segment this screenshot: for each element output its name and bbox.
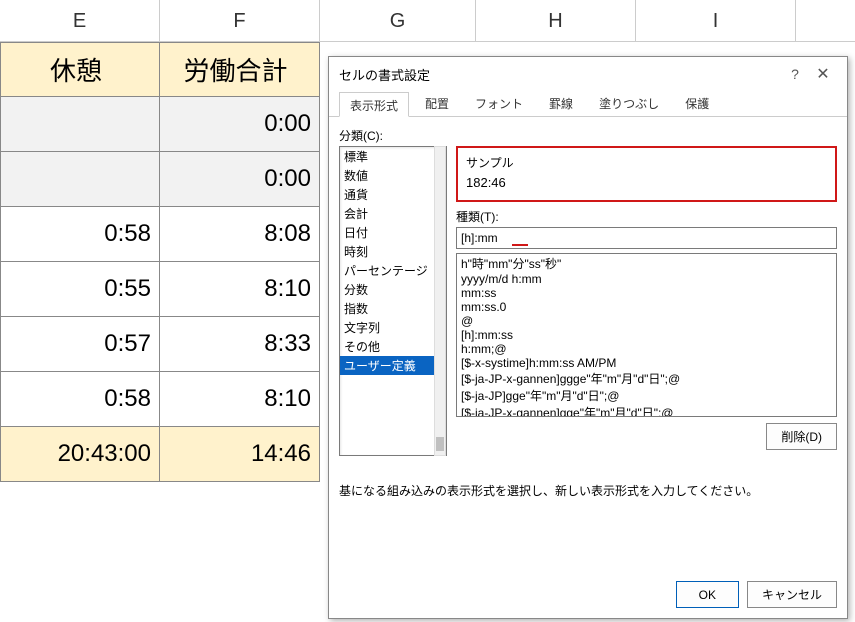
tab-fill[interactable]: 塗りつぶし [589, 91, 669, 116]
category-item[interactable]: 指数 [340, 299, 446, 318]
category-item[interactable]: その他 [340, 337, 446, 356]
category-item[interactable]: パーセンテージ [340, 261, 446, 280]
sample-value: 182:46 [466, 175, 827, 190]
cell[interactable]: 0:00 [160, 97, 320, 152]
category-item[interactable]: 標準 [340, 147, 446, 166]
dialog-title: セルの書式設定 [339, 65, 430, 84]
column-headers: E F G H I [0, 0, 855, 42]
hint-text: 基になる組み込みの表示形式を選択し、新しい表示形式を入力してください。 [339, 482, 837, 499]
type-item[interactable]: [h]:mm:ss [459, 328, 834, 342]
category-label: 分類(C): [339, 127, 837, 144]
type-item[interactable]: h"時"mm"分"ss"秒" [459, 255, 834, 272]
format-cells-dialog: セルの書式設定 ? ✕ 表示形式 配置 フォント 罫線 塗りつぶし 保護 分類(… [328, 56, 848, 619]
cell[interactable]: 8:10 [160, 262, 320, 317]
cell[interactable]: 8:10 [160, 372, 320, 427]
cell[interactable]: 0:58 [0, 372, 160, 427]
tab-alignment[interactable]: 配置 [415, 91, 459, 116]
tab-border[interactable]: 罫線 [539, 91, 583, 116]
type-item[interactable]: mm:ss.0 [459, 300, 834, 314]
category-item[interactable]: 時刻 [340, 242, 446, 261]
tab-number-format[interactable]: 表示形式 [339, 92, 409, 117]
cell[interactable]: 0:57 [0, 317, 160, 372]
type-item[interactable]: [$-ja-JP-x-gannen]gge"年"m"月"d"日";@ [459, 404, 834, 417]
total-cell[interactable]: 14:46 [160, 427, 320, 482]
cell[interactable] [0, 152, 160, 207]
cell[interactable] [0, 97, 160, 152]
category-item[interactable]: 通貨 [340, 185, 446, 204]
col-header-G[interactable]: G [320, 0, 476, 41]
type-item[interactable]: [$-ja-JP-x-gannen]ggge"年"m"月"d"日";@ [459, 370, 834, 387]
type-list[interactable]: h"時"mm"分"ss"秒" yyyy/m/d h:mm mm:ss mm:ss… [456, 253, 837, 417]
type-item[interactable]: mm:ss [459, 286, 834, 300]
total-cell[interactable]: 20:43:00 [0, 427, 160, 482]
type-item[interactable]: yyyy/m/d h:mm [459, 272, 834, 286]
col-header-I[interactable]: I [636, 0, 796, 41]
cell[interactable]: 8:33 [160, 317, 320, 372]
sample-box: サンプル 182:46 [456, 146, 837, 202]
sample-label: サンプル [466, 154, 827, 171]
col-header-E[interactable]: E [0, 0, 160, 41]
type-item[interactable]: @ [459, 314, 834, 328]
dialog-tabs: 表示形式 配置 フォント 罫線 塗りつぶし 保護 [329, 91, 847, 117]
scrollbar[interactable] [434, 146, 446, 456]
category-item-selected[interactable]: ユーザー定義 [340, 356, 446, 375]
category-item[interactable]: 文字列 [340, 318, 446, 337]
col-header-H[interactable]: H [476, 0, 636, 41]
category-list[interactable]: 標準 数値 通貨 会計 日付 時刻 パーセンテージ 分数 指数 文字列 その他 … [339, 146, 447, 456]
category-item[interactable]: 日付 [340, 223, 446, 242]
cell[interactable]: 0:55 [0, 262, 160, 317]
close-icon[interactable]: ✕ [809, 63, 837, 85]
help-icon[interactable]: ? [781, 63, 809, 85]
type-item[interactable]: h:mm;@ [459, 342, 834, 356]
type-item[interactable]: [$-x-systime]h:mm:ss AM/PM [459, 356, 834, 370]
input-cursor-mark [512, 244, 528, 246]
cell[interactable]: 0:00 [160, 152, 320, 207]
ok-button[interactable]: OK [676, 581, 739, 608]
tab-font[interactable]: フォント [465, 91, 533, 116]
category-item[interactable]: 数値 [340, 166, 446, 185]
header-cell-worktotal[interactable]: 労働合計 [160, 42, 320, 97]
type-label: 種類(T): [456, 208, 837, 225]
col-header-F[interactable]: F [160, 0, 320, 41]
cell[interactable]: 8:08 [160, 207, 320, 262]
tab-protection[interactable]: 保護 [675, 91, 719, 116]
cell[interactable]: 0:58 [0, 207, 160, 262]
header-cell-break[interactable]: 休憩 [0, 42, 160, 97]
category-item[interactable]: 分数 [340, 280, 446, 299]
dialog-titlebar[interactable]: セルの書式設定 ? ✕ [329, 57, 847, 91]
scrollbar-thumb[interactable] [436, 437, 444, 451]
type-item[interactable]: [$-ja-JP]gge"年"m"月"d"日";@ [459, 387, 834, 404]
category-item[interactable]: 会計 [340, 204, 446, 223]
cancel-button[interactable]: キャンセル [747, 581, 837, 608]
delete-button[interactable]: 削除(D) [766, 423, 837, 450]
